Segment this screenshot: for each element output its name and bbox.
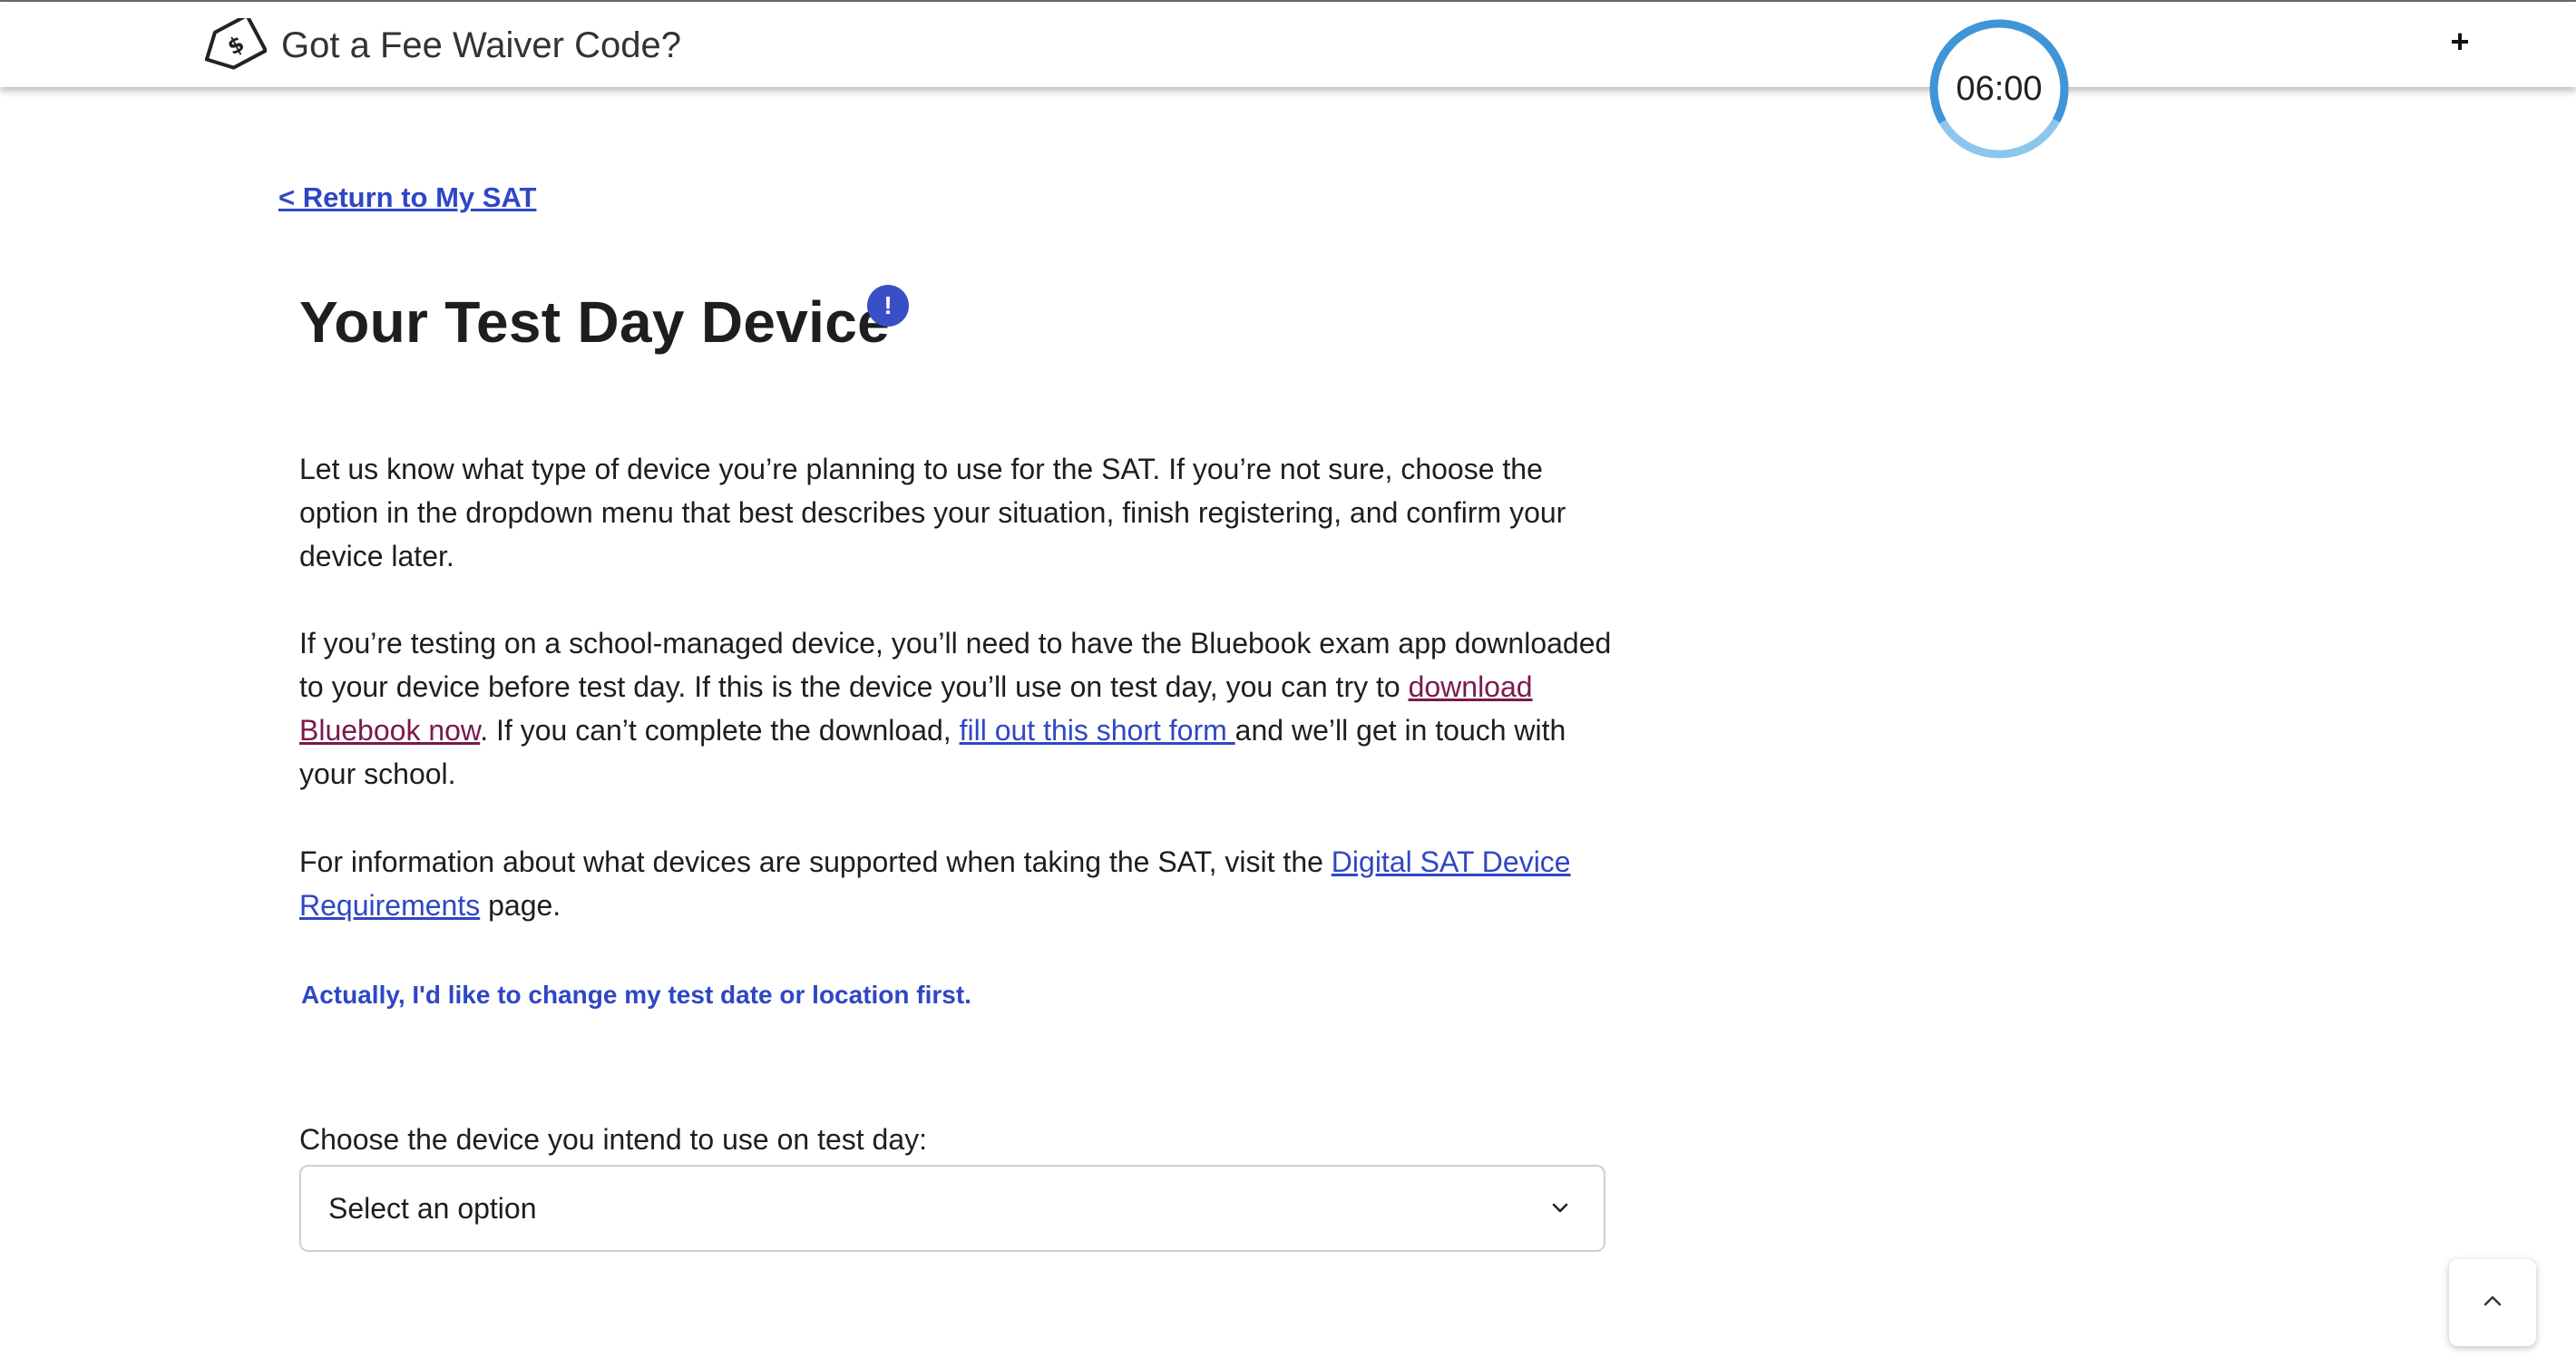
paragraph-text: page. (480, 889, 561, 922)
device-select-value: Select an option (328, 1191, 537, 1225)
intro-paragraph: Let us know what type of device you’re p… (299, 453, 1566, 572)
school-device-paragraph: If you’re testing on a school-managed de… (299, 621, 1615, 796)
price-tag-icon: $ (200, 13, 268, 73)
fee-waiver-button[interactable]: $ Got a Fee Waiver Code? (200, 13, 681, 73)
page-title: Your Test Day Device (299, 289, 890, 355)
chevron-up-icon (2479, 1287, 2506, 1319)
return-to-my-sat-link[interactable]: < Return to My SAT (278, 181, 536, 214)
info-icon[interactable]: ! (867, 285, 909, 327)
paragraph-text: . If you can’t complete the download, (480, 714, 960, 747)
device-select[interactable]: Select an option (299, 1165, 1605, 1252)
plus-button[interactable]: + (2440, 22, 2480, 62)
paragraph-text: For information about what devices are s… (299, 845, 1332, 878)
change-test-date-link[interactable]: Actually, I'd like to change my test dat… (301, 981, 971, 1010)
short-form-link[interactable]: fill out this short form (960, 714, 1235, 747)
scroll-to-top-button[interactable] (2449, 1259, 2536, 1346)
chevron-down-icon (1547, 1196, 1573, 1221)
top-header: $ Got a Fee Waiver Code? + (0, 2, 2576, 87)
countdown-timer: 06:00 (1927, 16, 2072, 161)
device-select-label: Choose the device you intend to use on t… (299, 1123, 928, 1156)
fee-waiver-label: Got a Fee Waiver Code? (281, 24, 681, 65)
timer-value: 06:00 (1956, 69, 2043, 108)
svg-text:$: $ (223, 31, 249, 61)
device-requirements-paragraph: For information about what devices are s… (299, 840, 1615, 927)
